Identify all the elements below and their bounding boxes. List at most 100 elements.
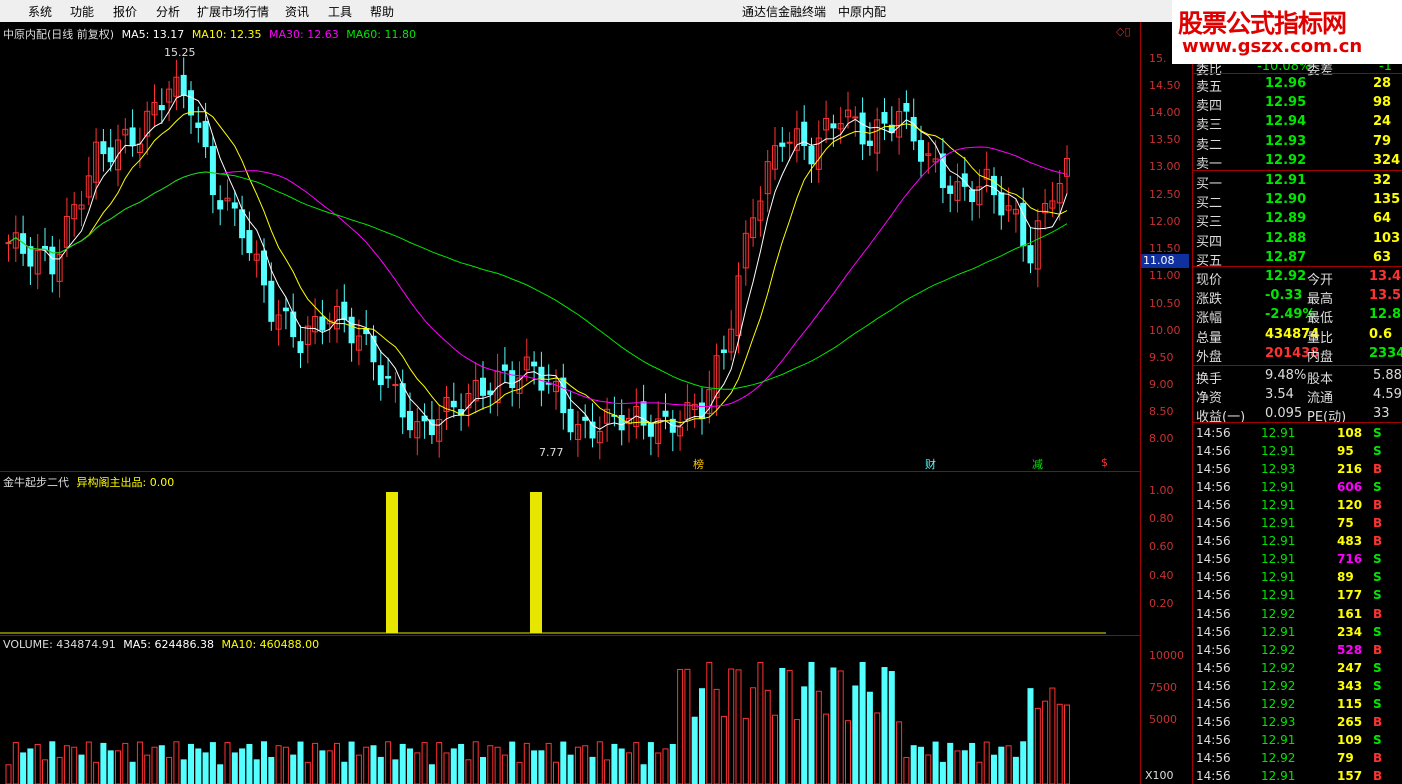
ma5-label: MA5: 13.17 (121, 28, 185, 41)
menu-help[interactable]: 帮助 (370, 3, 394, 20)
menu-quote[interactable]: 报价 (113, 3, 137, 20)
tick-volume: 157 (1337, 768, 1363, 783)
tick-price: 12.91 (1261, 426, 1296, 440)
trade-tick-row[interactable]: 14:56 12.93 265 B (1193, 713, 1402, 731)
stock-name-label: 中原内配(日线 前复权) (3, 28, 115, 41)
trade-tick-row[interactable]: 14:56 12.91 75 B (1193, 514, 1402, 532)
volume-bar (932, 741, 939, 784)
candle-body (1027, 245, 1034, 264)
tick-side: S (1373, 732, 1382, 747)
stat-row[interactable]: 总量 434874 量比 0.6 (1193, 326, 1402, 346)
trade-tick-row[interactable]: 14:56 12.91 120 B (1193, 496, 1402, 514)
chart-area[interactable]: 中原内配(日线 前复权) MA5: 13.17 MA10: 12.35 MA30… (0, 22, 1192, 784)
trade-tick-row[interactable]: 14:56 12.92 115 S (1193, 695, 1402, 713)
stock-title: 中原内配 (838, 5, 887, 19)
volume-bar (458, 743, 465, 784)
tick-volume: 79 (1337, 750, 1354, 765)
trade-tick-row[interactable]: 14:56 12.91 606 S (1193, 478, 1402, 496)
stat-value: -0.33 (1265, 288, 1303, 304)
menu-analysis[interactable]: 分析 (156, 3, 180, 20)
menu-tools[interactable]: 工具 (328, 3, 352, 20)
volume-bar (662, 748, 669, 784)
volume-bar (472, 741, 479, 784)
volume-bar (888, 671, 895, 784)
ask-row[interactable]: 卖四 12.95 98 (1193, 94, 1402, 114)
trade-tick-row[interactable]: 14:56 12.91 483 B (1193, 532, 1402, 550)
tick-time: 14:56 (1196, 624, 1231, 639)
separator (1193, 266, 1402, 267)
marker-finance[interactable]: 财 (925, 456, 936, 472)
stat-label: 净资 (1196, 391, 1223, 406)
tick-price: 12.91 (1261, 498, 1296, 513)
stat-value: 12.8 (1369, 307, 1402, 323)
volume-bar (253, 759, 260, 784)
candle-body (282, 307, 289, 312)
window-control-icons[interactable]: ◇▯ (1116, 25, 1131, 38)
menu-system[interactable]: 系统 (28, 3, 52, 20)
stat-row[interactable]: 收益(一) 0.095 PE(动) 33 (1193, 405, 1402, 425)
bid-row[interactable]: 买二 12.90 135 (1193, 191, 1402, 211)
marker-bang[interactable]: 榜 (693, 456, 704, 472)
high-annotation: 15.25 (164, 46, 196, 59)
volume-bar (494, 746, 501, 784)
trade-tick-row[interactable]: 14:56 12.91 177 S (1193, 586, 1402, 604)
candle-body (720, 349, 727, 354)
candle-body (202, 120, 209, 148)
volume-bar (713, 688, 720, 784)
volume-bar (604, 759, 611, 784)
trade-tick-row[interactable]: 14:56 12.91 89 S (1193, 568, 1402, 586)
stat-row[interactable]: 外盘201438内盘23343 (1193, 345, 1402, 365)
tick-price: 12.91 (1261, 768, 1296, 783)
candle-body (509, 370, 516, 389)
marker-dollar[interactable]: $ (1101, 456, 1108, 469)
bid-row[interactable]: 买四 12.88 103 (1193, 230, 1402, 250)
bid-price: 12.89 (1265, 211, 1307, 227)
candle-body (348, 316, 355, 344)
candle-body (107, 147, 114, 163)
bid-row[interactable]: 买三 12.89 64 (1193, 210, 1402, 230)
volume-bar (837, 670, 844, 784)
tick-price: 12.91 (1261, 480, 1296, 495)
trade-tick-row[interactable]: 14:56 12.91 109 S (1193, 731, 1402, 749)
trade-tick-row[interactable]: 14:56 12.92 343 S (1193, 677, 1402, 695)
trade-tick-row[interactable]: 14:56 12.93 216 B (1193, 460, 1402, 478)
trade-tick-row[interactable]: 14:56 12.91 95 S (1193, 442, 1402, 460)
tick-volume: 109 (1337, 732, 1363, 747)
ask-row[interactable]: 卖一 12.92 324 (1193, 152, 1402, 172)
stat-label: 最低 (1307, 311, 1334, 327)
trade-tick-row[interactable]: 14:56 12.92 247 S (1193, 659, 1402, 677)
chart-canvas[interactable] (0, 22, 1140, 784)
menu-info[interactable]: 资讯 (285, 3, 309, 20)
stat-row[interactable]: 现价 12.92 今开 13.4 (1193, 268, 1402, 288)
menu-extended-market[interactable]: 扩展市场行情 (197, 3, 269, 20)
candle-body (903, 103, 910, 112)
trade-tick-row[interactable]: 14:56 12.92 528 B (1193, 641, 1402, 659)
stat-row[interactable]: 涨幅 -2.49% 最低 12.8 (1193, 306, 1402, 327)
tick-volume: 120 (1337, 498, 1363, 513)
tick-side: B (1373, 642, 1383, 657)
stat-label: 涨跌 (1196, 292, 1223, 308)
volume-bar (173, 741, 180, 784)
marker-reduce[interactable]: 减 (1032, 456, 1043, 472)
bid-row[interactable]: 买一 12.91 32 (1193, 172, 1402, 192)
menu-function[interactable]: 功能 (70, 3, 94, 20)
stat-row[interactable]: 净资 3.54 流通 4.59 (1193, 386, 1402, 406)
trade-tick-row[interactable]: 14:56 12.91 157 B (1193, 767, 1402, 784)
trade-tick-row[interactable]: 14:56 12.92 79 B (1193, 749, 1402, 767)
volume-bar (574, 746, 581, 784)
trade-tick-row[interactable]: 14:56 12.91 108 S (1193, 424, 1402, 442)
ask-row[interactable]: 卖五 12.96 28 (1193, 75, 1402, 95)
bid-volume: 103 (1373, 230, 1401, 246)
stat-row[interactable]: 涨跌 -0.33 最高 13.5 (1193, 287, 1402, 308)
bid-row[interactable]: 买五 12.87 63 (1193, 249, 1402, 269)
stat-row[interactable]: 换手 9.48% 股本 5.88 (1193, 367, 1402, 387)
volume-bar (823, 713, 830, 784)
ma10-label: MA10: 12.35 (191, 28, 262, 41)
ask-row[interactable]: 卖二 12.93 79 (1193, 133, 1402, 153)
ask-volume: 28 (1373, 76, 1392, 91)
trade-tick-row[interactable]: 14:56 12.91 234 S (1193, 623, 1402, 641)
ask-row[interactable]: 卖三 12.94 24 (1193, 113, 1402, 133)
trade-tick-row[interactable]: 14:56 12.92 161 B (1193, 605, 1402, 623)
trade-tick-row[interactable]: 14:56 12.91 716 S (1193, 550, 1402, 568)
tick-time: 14:56 (1196, 462, 1231, 477)
